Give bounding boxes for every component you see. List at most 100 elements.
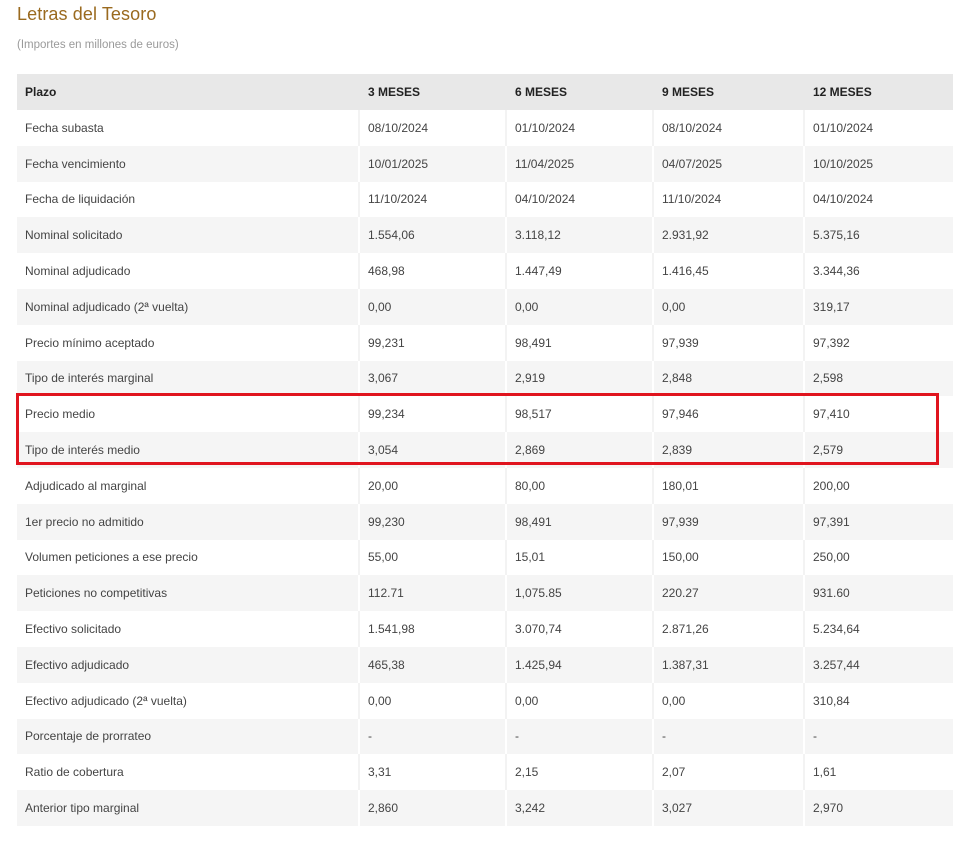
cell-3-meses: 3,067 — [358, 360, 506, 397]
row-label: Nominal adjudicado (2ª vuelta) — [17, 288, 359, 325]
cell-12-meses: 01/10/2024 — [803, 110, 953, 146]
cell-6-meses: 98,517 — [505, 396, 653, 433]
row-label: Fecha subasta — [17, 110, 359, 146]
row-label: Fecha vencimiento — [17, 145, 359, 182]
cell-12-meses: 3.344,36 — [803, 253, 953, 289]
cell-9-meses: 2.931,92 — [652, 217, 804, 254]
cell-3-meses: 20,00 — [358, 467, 506, 504]
cell-6-meses: 01/10/2024 — [505, 110, 653, 146]
cell-12-meses: 2,970 — [803, 790, 953, 826]
cell-6-meses: 3.118,12 — [505, 217, 653, 254]
cell-12-meses: 5.234,64 — [803, 611, 953, 647]
table-row: Efectivo adjudicado (2ª vuelta) 0,00 0,0… — [17, 682, 953, 719]
cell-6-meses: 98,491 — [505, 503, 653, 540]
cell-12-meses: 97,391 — [803, 503, 953, 540]
table-row: Nominal adjudicado (2ª vuelta) 0,00 0,00… — [17, 288, 953, 325]
cell-6-meses: 2,869 — [505, 432, 653, 468]
row-label: Efectivo adjudicado — [17, 646, 359, 683]
row-label: Efectivo adjudicado (2ª vuelta) — [17, 682, 359, 719]
table-row: Volumen peticiones a ese precio 55,00 15… — [17, 539, 953, 576]
cell-9-meses: 11/10/2024 — [652, 181, 804, 218]
cell-3-meses: 55,00 — [358, 539, 506, 576]
cell-3-meses: 08/10/2024 — [358, 110, 506, 146]
cell-3-meses: 3,054 — [358, 432, 506, 468]
cell-12-meses: 319,17 — [803, 288, 953, 325]
cell-9-meses: 97,946 — [652, 396, 804, 433]
cell-6-meses: 80,00 — [505, 467, 653, 504]
cell-12-meses: - — [803, 718, 953, 755]
cell-9-meses: 08/10/2024 — [652, 110, 804, 146]
cell-6-meses: 2,919 — [505, 360, 653, 397]
cell-3-meses: 1.541,98 — [358, 611, 506, 647]
cell-12-meses: 5.375,16 — [803, 217, 953, 254]
cell-6-meses: 3,242 — [505, 790, 653, 826]
table-row: Nominal solicitado 1.554,06 3.118,12 2.9… — [17, 217, 953, 254]
column-header-3-meses: 3 MESES — [358, 74, 506, 110]
cell-3-meses: 99,230 — [358, 503, 506, 540]
row-label: Nominal solicitado — [17, 217, 359, 254]
cell-6-meses: 1.425,94 — [505, 646, 653, 683]
row-label: Precio medio — [17, 396, 359, 433]
page-title: Letras del Tesoro — [17, 4, 157, 24]
cell-9-meses: 2,848 — [652, 360, 804, 397]
table-row-highlighted: Precio medio 99,234 98,517 97,946 97,410 — [17, 396, 953, 433]
table-row: Efectivo solicitado 1.541,98 3.070,74 2.… — [17, 611, 953, 647]
cell-12-meses: 931.60 — [803, 575, 953, 612]
cell-9-meses: 3,027 — [652, 790, 804, 826]
cell-9-meses: 1.387,31 — [652, 646, 804, 683]
column-header-plazo: Plazo — [17, 74, 359, 110]
cell-3-meses: 1.554,06 — [358, 217, 506, 254]
cell-9-meses: 97,939 — [652, 324, 804, 361]
cell-3-meses: 468,98 — [358, 253, 506, 289]
row-label: Anterior tipo marginal — [17, 790, 359, 826]
row-label: Volumen peticiones a ese precio — [17, 539, 359, 576]
row-label: Fecha de liquidación — [17, 181, 359, 218]
row-label: Porcentaje de prorrateo — [17, 718, 359, 755]
cell-3-meses: 112.71 — [358, 575, 506, 612]
table-row: Fecha subasta 08/10/2024 01/10/2024 08/1… — [17, 110, 953, 146]
row-label: Ratio de cobertura — [17, 754, 359, 791]
cell-6-meses: 1,075.85 — [505, 575, 653, 612]
cell-3-meses: 11/10/2024 — [358, 181, 506, 218]
cell-12-meses: 3.257,44 — [803, 646, 953, 683]
cell-9-meses: 150,00 — [652, 539, 804, 576]
cell-9-meses: 0,00 — [652, 288, 804, 325]
cell-9-meses: 97,939 — [652, 503, 804, 540]
header-row: Plazo 3 MESES 6 MESES 9 MESES 12 MESES — [17, 74, 953, 110]
cell-6-meses: 2,15 — [505, 754, 653, 791]
table-row-highlighted: Tipo de interés medio 3,054 2,869 2,839 … — [17, 432, 953, 468]
row-label: Efectivo solicitado — [17, 611, 359, 647]
table-row: Fecha vencimiento 10/01/2025 11/04/2025 … — [17, 145, 953, 182]
row-label: Tipo de interés marginal — [17, 360, 359, 397]
cell-9-meses: 2.871,26 — [652, 611, 804, 647]
cell-3-meses: - — [358, 718, 506, 755]
cell-12-meses: 97,392 — [803, 324, 953, 361]
table-row: Nominal adjudicado 468,98 1.447,49 1.416… — [17, 253, 953, 289]
cell-12-meses: 1,61 — [803, 754, 953, 791]
row-label: Adjudicado al marginal — [17, 467, 359, 504]
cell-9-meses: 220.27 — [652, 575, 804, 612]
table-row: Efectivo adjudicado 465,38 1.425,94 1.38… — [17, 646, 953, 683]
cell-3-meses: 0,00 — [358, 288, 506, 325]
row-label: Peticiones no competitivas — [17, 575, 359, 612]
cell-6-meses: 3.070,74 — [505, 611, 653, 647]
cell-6-meses: 98,491 — [505, 324, 653, 361]
cell-6-meses: 0,00 — [505, 288, 653, 325]
cell-6-meses: 04/10/2024 — [505, 181, 653, 218]
cell-3-meses: 0,00 — [358, 682, 506, 719]
cell-12-meses: 04/10/2024 — [803, 181, 953, 218]
cell-6-meses: 15,01 — [505, 539, 653, 576]
page-subtitle: (Importes en millones de euros) — [17, 39, 179, 51]
cell-3-meses: 2,860 — [358, 790, 506, 826]
cell-3-meses: 3,31 — [358, 754, 506, 791]
cell-12-meses: 10/10/2025 — [803, 145, 953, 182]
table-body: Fecha subasta 08/10/2024 01/10/2024 08/1… — [17, 110, 953, 826]
table-row: Tipo de interés marginal 3,067 2,919 2,8… — [17, 360, 953, 397]
table-row: Anterior tipo marginal 2,860 3,242 3,027… — [17, 790, 953, 826]
cell-9-meses: - — [652, 718, 804, 755]
cell-12-meses: 200,00 — [803, 467, 953, 504]
table-row: Porcentaje de prorrateo - - - - — [17, 718, 953, 755]
treasury-bills-table: Plazo 3 MESES 6 MESES 9 MESES 12 MESES F… — [17, 74, 953, 826]
table-row: Precio mínimo aceptado 99,231 98,491 97,… — [17, 324, 953, 361]
cell-12-meses: 2,579 — [803, 432, 953, 468]
